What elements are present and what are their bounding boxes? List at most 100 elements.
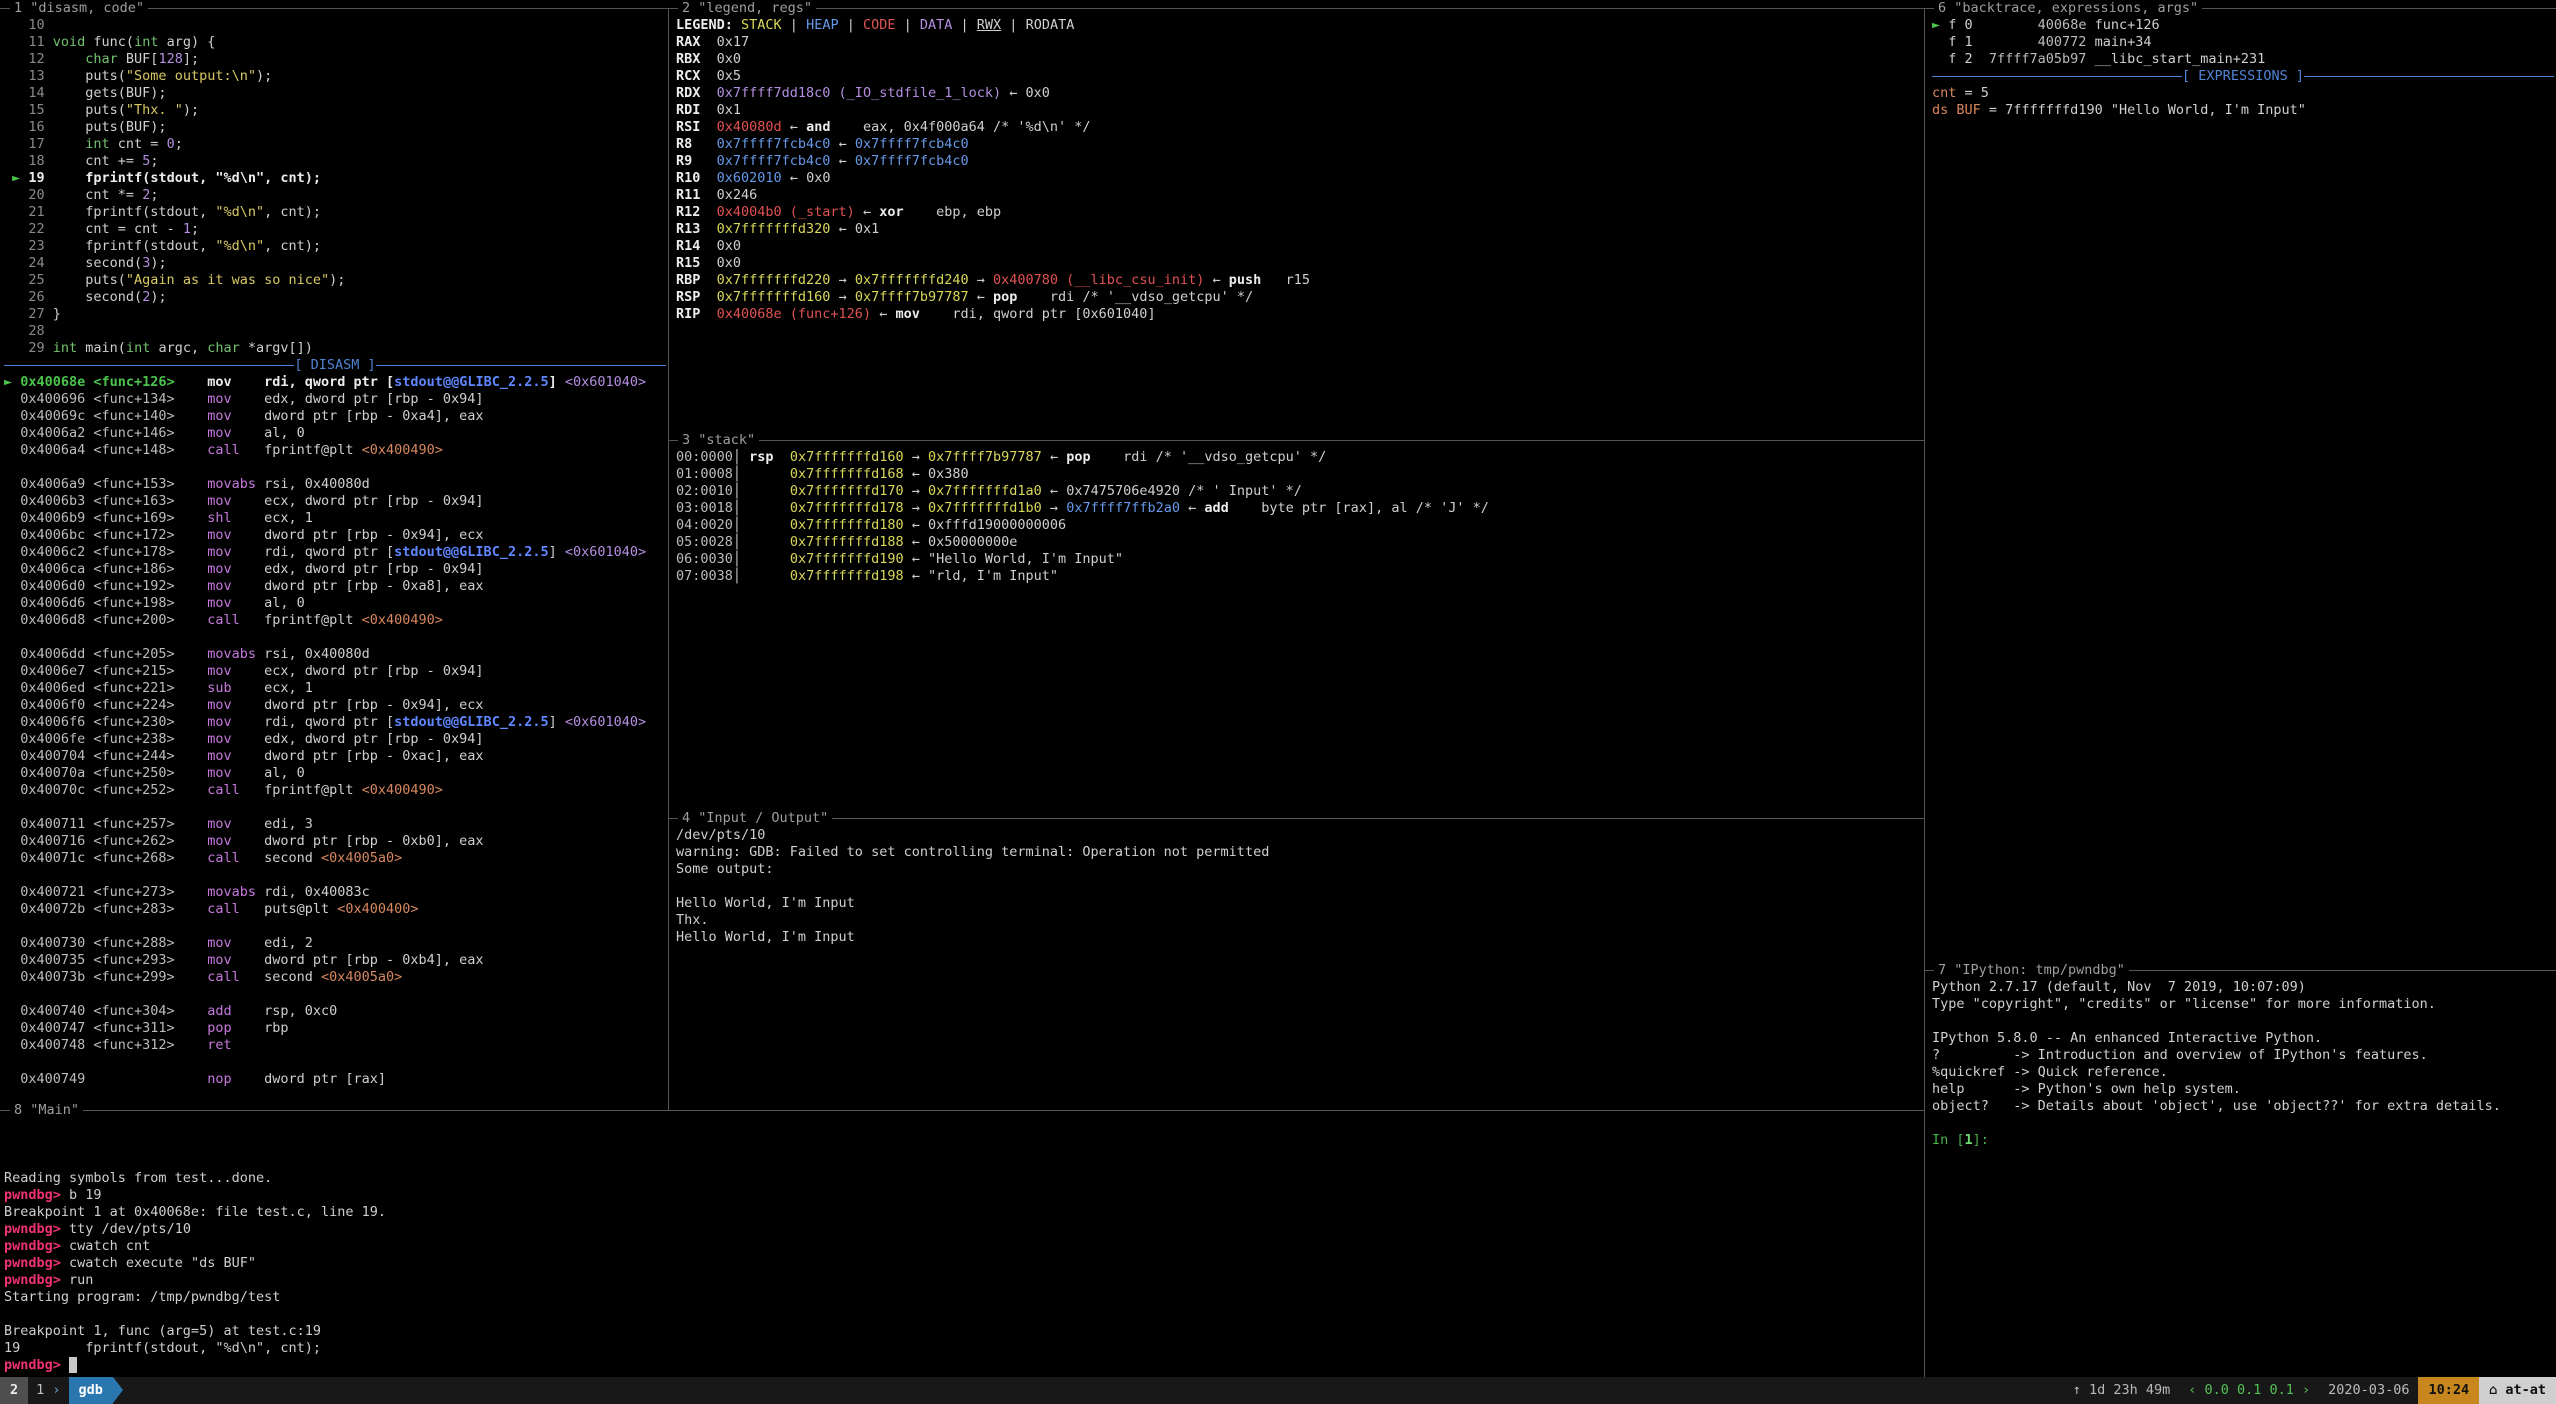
text-run: ); [150, 289, 166, 305]
text-run: 20 [4, 187, 85, 203]
text-run [175, 697, 208, 713]
pane-border-vertical-left[interactable] [668, 8, 669, 1110]
text-run: rsi, 0x40080d [264, 476, 370, 492]
terminal-line: Python 2.7.17 (default, Nov 7 2019, 10:0… [1932, 979, 2554, 996]
text-run: al, 0 [264, 595, 305, 611]
text-run: <0x601040> [565, 544, 646, 560]
text-run [175, 748, 208, 764]
text-run: char [85, 51, 118, 67]
text-run: cwatch cnt [69, 1238, 150, 1254]
text-run: RIP [676, 306, 717, 322]
text-run [175, 901, 208, 917]
text-run: mov [207, 544, 264, 560]
text-run: 25 [4, 272, 85, 288]
terminal-line [4, 1119, 1922, 1136]
text-run: ← [904, 534, 928, 550]
text-run: 0x4006c2 <func+178> [4, 544, 175, 560]
tmux-session-badge[interactable]: 2 [0, 1377, 28, 1404]
text-run: | [839, 17, 863, 33]
text-run: 0x7fffffffd190 [790, 551, 904, 567]
text-run [175, 816, 208, 832]
text-run: ← [830, 153, 854, 169]
terminal-line: In [1]: [1932, 1132, 2554, 1149]
text-run: mov [207, 714, 264, 730]
terminal-line: RSP 0x7fffffffd160 → 0x7ffff7b97787 ← po… [676, 289, 1922, 306]
text-run: dword ptr [rbp - 0xb4], eax [264, 952, 483, 968]
text-run [175, 782, 208, 798]
text-run: │ [733, 466, 790, 482]
text-run: rsp [749, 449, 773, 465]
text-run: mov [207, 425, 264, 441]
text-run: /dev/pts/10 [676, 827, 765, 843]
stack-content: 00:0000│ rsp 0x7fffffffd160 → 0x7ffff7b9… [676, 449, 1922, 810]
pane-main-gdb-console[interactable]: Reading symbols from test...done.pwndbg>… [0, 1102, 1924, 1377]
terminal-line: 07:0038│ 0x7fffffffd198 ← "rld, I'm Inpu… [676, 568, 1922, 585]
text-run: 0x40070c <func+252> [4, 782, 175, 798]
terminal-line: 0x400711 <func+257> mov edi, 3 [4, 816, 666, 833]
tmux-window-index[interactable]: 1 [28, 1377, 68, 1404]
text-run: ; [191, 221, 199, 237]
pane-border-vertical-right[interactable] [1924, 8, 1925, 1377]
text-run: 0x7ffff7fcb4c0 [855, 153, 969, 169]
pane-border-io[interactable] [668, 818, 1924, 819]
text-run: main( [77, 340, 126, 356]
pane-border-main[interactable] [0, 1110, 1924, 1111]
text-run: mov [207, 561, 264, 577]
terminal-line: R15 0x0 [676, 255, 1922, 272]
pane-disasm-code[interactable]: 10 11 void func(int arg) { 12 char BUF[1… [0, 0, 668, 1102]
terminal-line: 0x4006fe <func+238> mov edx, dword ptr [… [4, 731, 666, 748]
text-run: 0x40068e (func+126) [717, 306, 871, 322]
terminal-line: f 1 400772 main+34 [1932, 34, 2554, 51]
text-run: rdi, qword ptr [ [264, 544, 394, 560]
text-run: CODE [863, 17, 896, 33]
text-run: │ [733, 500, 790, 516]
text-run: 0x7ffff7b97787 [928, 449, 1042, 465]
terminal-line: 27 } [4, 306, 666, 323]
text-run: 0x7fffffffd188 [790, 534, 904, 550]
text-run: | [895, 17, 919, 33]
terminal-line: Some output: [676, 861, 1922, 878]
tmux-window-name-gdb[interactable]: gdb [69, 1377, 113, 1404]
pane-stack[interactable]: 00:0000│ rsp 0x7fffffffd160 → 0x7ffff7b9… [668, 432, 1924, 810]
text-run: xor [879, 204, 936, 220]
terminal-line: 22 cnt = cnt - 1; [4, 221, 666, 238]
text-run [175, 884, 208, 900]
terminal-line: 0x400748 <func+312> ret [4, 1037, 666, 1054]
text-run [85, 1071, 207, 1087]
terminal-line: 0x4006d8 <func+200> call fprintf@plt <0x… [4, 612, 666, 629]
text-run: 0x4006dd <func+205> [4, 646, 175, 662]
text-run: 0x400721 <func+273> [4, 884, 175, 900]
terminal-line: 0x400740 <func+304> add rsp, 0xc0 [4, 1003, 666, 1020]
text-run: 22 [4, 221, 85, 237]
terminal-line: 0x4006a2 <func+146> mov al, 0 [4, 425, 666, 442]
terminal-line: R14 0x0 [676, 238, 1922, 255]
pane-backtrace-expressions[interactable]: ► f 0 40068e func+126 f 1 400772 main+34… [1924, 0, 2556, 962]
text-run: mov [207, 697, 264, 713]
terminal-line: pwndbg> b 19 [4, 1187, 1922, 1204]
pane-legend-regs[interactable]: LEGEND: STACK | HEAP | CODE | DATA | RWX… [668, 0, 1924, 432]
text-run: 0x246 [717, 187, 758, 203]
text-run: 17 [4, 136, 85, 152]
text-run: 0x40070a <func+250> [4, 765, 175, 781]
terminal-line: Hello World, I'm Input [676, 929, 1922, 946]
terminal-line: 0x4006b3 <func+163> mov ecx, dword ptr [… [4, 493, 666, 510]
text-run: 0x4006a2 <func+146> [4, 425, 175, 441]
text-run: 0x4006fe <func+238> [4, 731, 175, 747]
text-run: edx, dword ptr [rbp - 0x94] [264, 391, 483, 407]
text-run: → [904, 483, 928, 499]
text-run [45, 170, 86, 186]
text-run: 7ffff7a05b97 [1973, 51, 2087, 67]
text-run [774, 449, 790, 465]
pane-ipython[interactable]: Python 2.7.17 (default, Nov 7 2019, 10:0… [1924, 962, 2556, 1377]
terminal-line: 0x40073b <func+299> call second <0x4005a… [4, 969, 666, 986]
pane-border-stack[interactable] [668, 440, 1924, 441]
terminal-line [4, 867, 666, 884]
text-run: movabs [207, 884, 264, 900]
ipython-content: Python 2.7.17 (default, Nov 7 2019, 10:0… [1932, 979, 2554, 1377]
terminal-line [4, 1136, 1922, 1153]
text-run: 0x4006ca <func+186> [4, 561, 175, 577]
pane-input-output[interactable]: /dev/pts/10warning: GDB: Failed to set c… [668, 810, 1924, 1102]
text-run: edi, 2 [264, 935, 313, 951]
text-run: nop [207, 1071, 264, 1087]
status-time: 10:24 [2418, 1377, 2479, 1404]
